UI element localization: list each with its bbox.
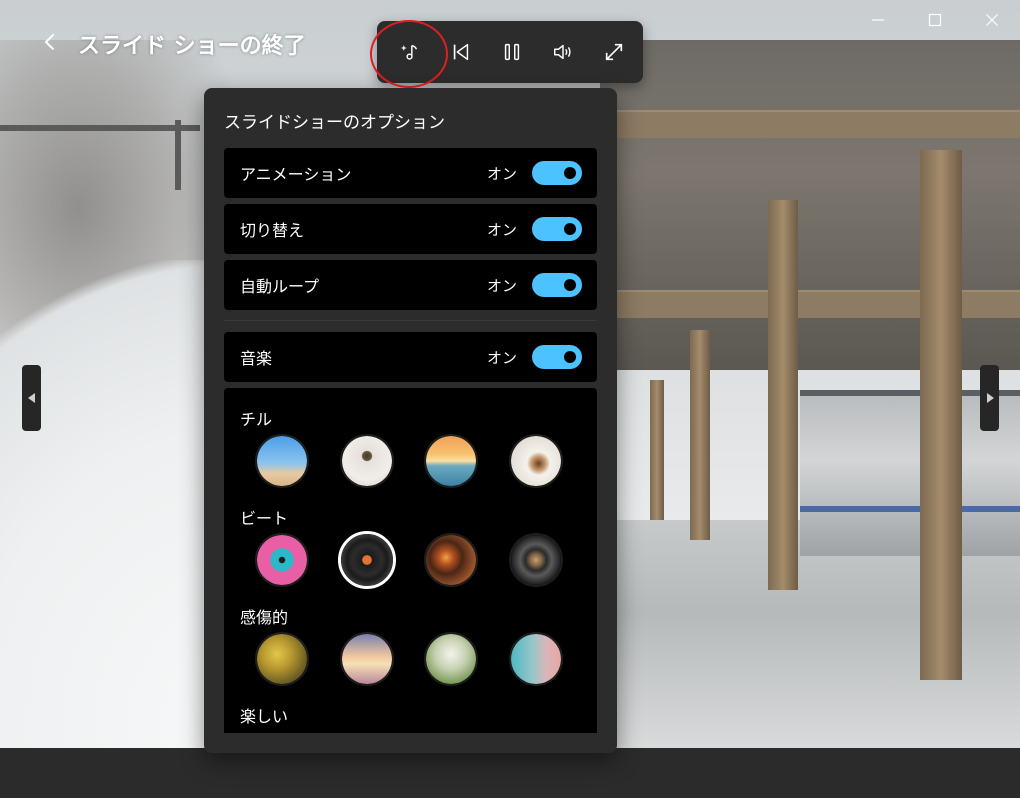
close-icon — [985, 14, 998, 26]
skip-back-icon — [453, 43, 469, 61]
transition-toggle[interactable] — [532, 217, 582, 241]
music-thumb-sunset-sea[interactable] — [424, 434, 478, 488]
volume-button[interactable] — [538, 27, 588, 77]
minimize-button[interactable] — [849, 0, 906, 40]
caret-right-icon — [986, 393, 994, 403]
option-label: 音楽 — [240, 349, 273, 368]
music-thumb-pastel-gradient[interactable] — [509, 632, 563, 686]
category-label-beat: ビート — [240, 509, 289, 528]
caret-left-icon — [27, 393, 35, 403]
music-thumb-beach-sky[interactable] — [255, 434, 309, 488]
pause-icon — [504, 43, 520, 61]
slideshow-toolbar — [377, 21, 643, 83]
music-options-button[interactable] — [385, 27, 435, 77]
pause-button[interactable] — [487, 27, 537, 77]
option-row-transition: 切り替え オン — [224, 204, 597, 254]
music-thumb-vinyl-record[interactable] — [338, 531, 396, 589]
music-thumb-turntable[interactable] — [424, 533, 478, 587]
option-state: オン — [486, 348, 517, 367]
option-label: 自動ループ — [240, 277, 320, 296]
minimize-icon — [871, 19, 884, 21]
back-button[interactable] — [34, 26, 66, 58]
option-label: 切り替え — [240, 221, 305, 240]
maximize-button[interactable] — [906, 0, 963, 40]
option-state: オン — [486, 220, 517, 239]
music-thumb-cassette-tape[interactable] — [255, 533, 309, 587]
slideshow-options-panel: スライドショーのオプション アニメーション オン 切り替え オン 自動ループ オ… — [204, 88, 617, 753]
option-label: アニメーション — [240, 165, 352, 184]
maximize-icon — [928, 13, 941, 27]
option-row-animation: アニメーション オン — [224, 148, 597, 198]
animation-toggle[interactable] — [532, 161, 582, 185]
previous-button[interactable] — [436, 27, 486, 77]
category-label-sentimental: 感傷的 — [240, 608, 289, 627]
music-thumb-coffee-cup[interactable] — [509, 434, 563, 488]
next-photo-button[interactable] — [980, 365, 999, 431]
music-selection-list: チル ビート 感傷的 楽しい — [224, 388, 597, 733]
option-state: オン — [486, 164, 517, 183]
panel-title: スライドショーのオプション — [224, 113, 445, 133]
end-slideshow-title[interactable]: スライド ショーの終了 — [78, 28, 306, 60]
divider — [224, 320, 597, 321]
expand-icon — [605, 43, 623, 61]
auto-loop-toggle[interactable] — [532, 273, 582, 297]
music-sparkle-icon — [400, 44, 418, 60]
option-row-auto-loop: 自動ループ オン — [224, 260, 597, 310]
option-row-music: 音楽 オン — [224, 332, 597, 382]
option-state: オン — [486, 276, 517, 295]
category-label-chill: チル — [240, 410, 273, 429]
back-arrow-icon — [44, 34, 54, 50]
window-controls — [849, 0, 1020, 40]
music-thumb-palm-tree[interactable] — [340, 434, 394, 488]
music-thumb-sunset-clouds[interactable] — [340, 632, 394, 686]
volume-icon — [554, 44, 571, 60]
previous-photo-button[interactable] — [22, 365, 41, 431]
fullscreen-button[interactable] — [589, 27, 639, 77]
close-button[interactable] — [963, 0, 1020, 40]
category-label-fun: 楽しい — [240, 707, 289, 726]
music-thumb-yellow-flowers[interactable] — [255, 632, 309, 686]
music-toggle[interactable] — [532, 345, 582, 369]
music-thumb-speaker[interactable] — [509, 533, 563, 587]
music-thumb-soft-green[interactable] — [424, 632, 478, 686]
